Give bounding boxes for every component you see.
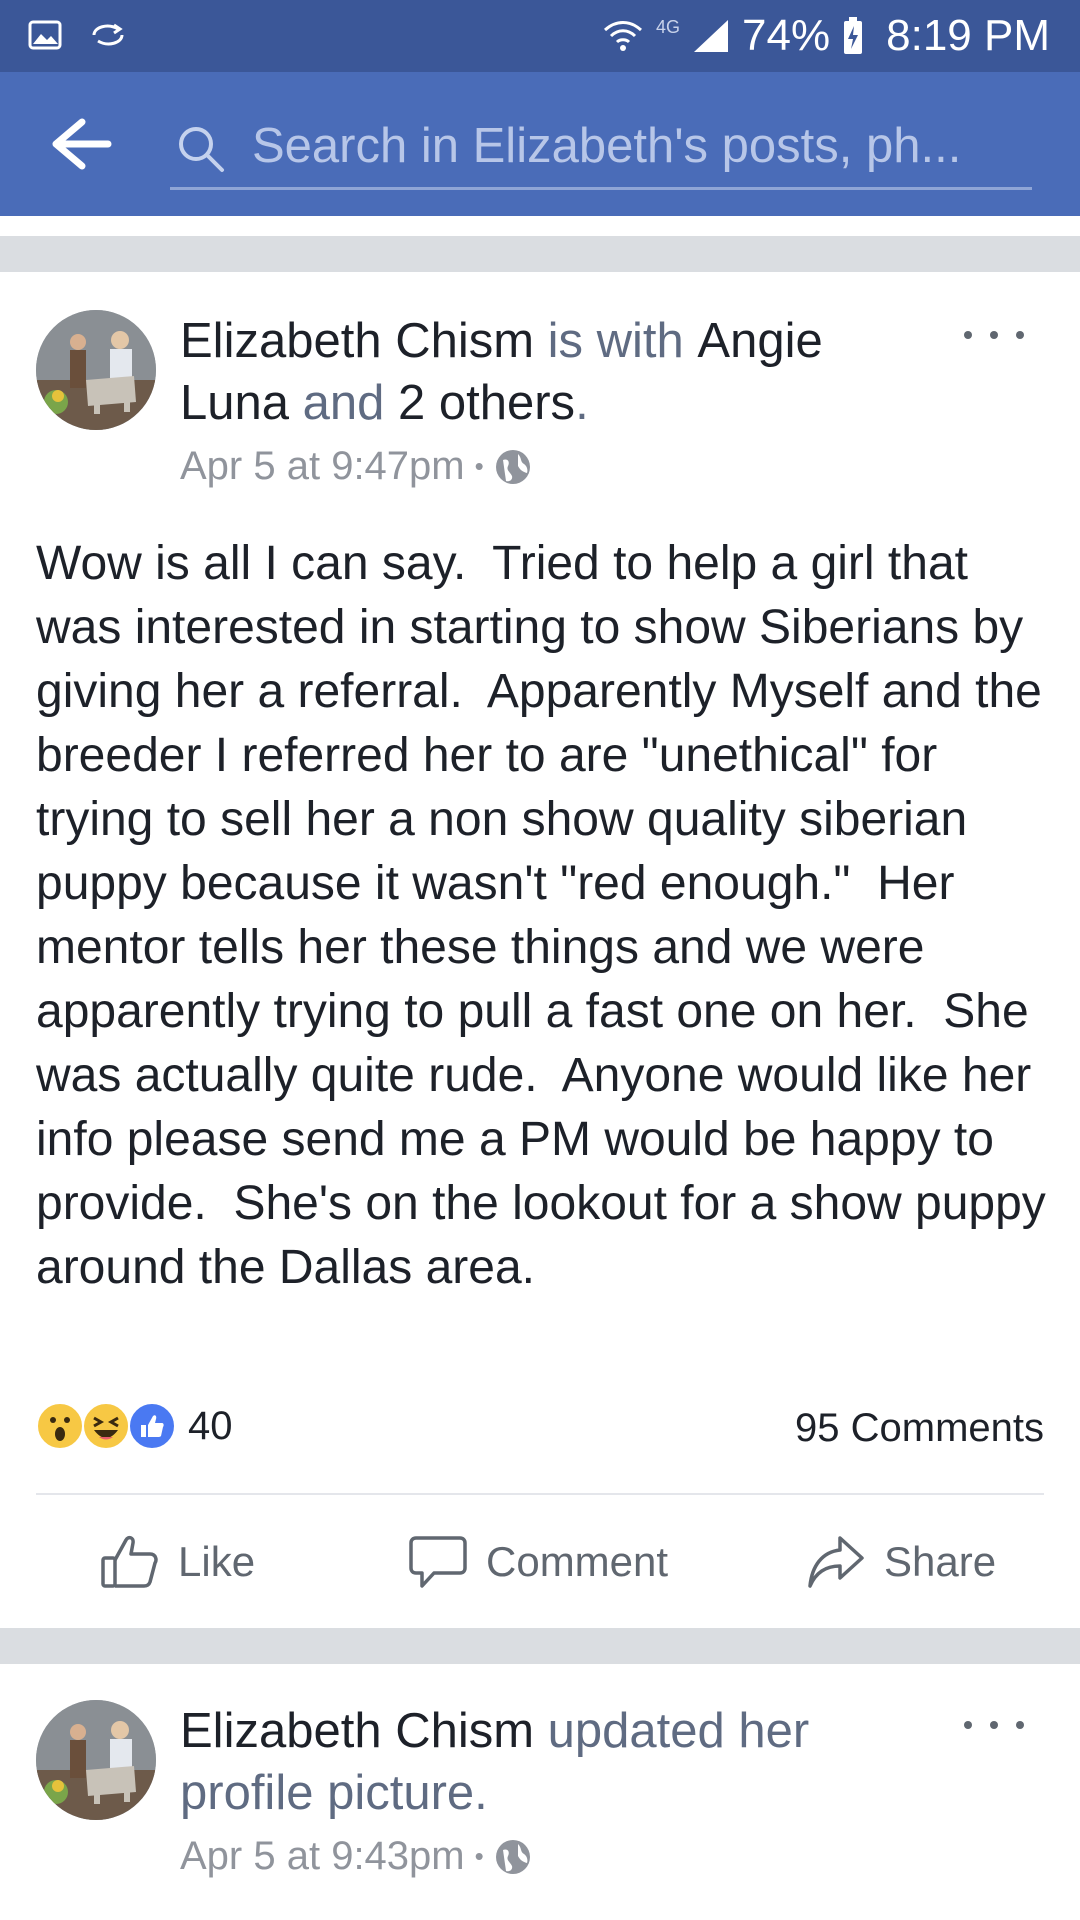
more-options-button[interactable] bbox=[964, 320, 1024, 350]
wow-reaction-icon bbox=[36, 1402, 84, 1450]
more-icon bbox=[964, 331, 972, 339]
post-text: Wow is all I can say. Tried to help a gi… bbox=[36, 537, 1060, 1294]
search-input[interactable]: Search in Elizabeth's posts, ph... bbox=[170, 108, 1032, 190]
post-actions: Like Comment Share bbox=[0, 1494, 1080, 1628]
comment-button[interactable]: Comment bbox=[408, 1534, 668, 1590]
comment-label: Comment bbox=[486, 1538, 669, 1585]
and-text: and bbox=[289, 376, 398, 430]
feed-post: Elizabeth Chism is with Angie Luna and 2… bbox=[0, 272, 1080, 1628]
search-placeholder: Search in Elizabeth's posts, ph... bbox=[252, 119, 962, 173]
more-options-button[interactable] bbox=[964, 1710, 1024, 1740]
search-icon bbox=[179, 127, 224, 172]
wifi-icon bbox=[602, 16, 644, 56]
sync-icon bbox=[88, 21, 128, 54]
reaction-summary[interactable]: 40 bbox=[36, 1402, 233, 1450]
clock: 8:19 PM bbox=[886, 11, 1050, 60]
with-text: is with bbox=[534, 314, 698, 368]
app-header: Search in Elizabeth's posts, ph... bbox=[0, 72, 1080, 216]
globe-icon bbox=[495, 449, 530, 484]
feed-divider bbox=[0, 236, 1080, 272]
thumbs-up-icon bbox=[101, 1535, 158, 1588]
comment-bubble-icon bbox=[409, 1536, 467, 1588]
more-icon-dot bbox=[990, 331, 998, 339]
share-label: Share bbox=[884, 1538, 997, 1585]
more-icon bbox=[964, 1721, 972, 1729]
haha-reaction-icon bbox=[82, 1402, 130, 1450]
avatar[interactable] bbox=[36, 1700, 156, 1820]
timestamp[interactable]: Apr 5 at 9:43pm bbox=[180, 1834, 465, 1879]
signal-icon bbox=[692, 18, 730, 54]
more-icon-dot bbox=[1016, 1721, 1024, 1729]
avatar-image bbox=[36, 1700, 156, 1820]
post-header: Elizabeth Chism is with Angie Luna and 2… bbox=[180, 310, 940, 434]
picture-icon bbox=[28, 20, 62, 55]
feed-post: Elizabeth Chism updated her profile pict… bbox=[0, 1664, 1080, 1920]
avatar[interactable] bbox=[36, 310, 156, 430]
author-name[interactable]: Elizabeth Chism bbox=[180, 314, 534, 368]
post-meta: Apr 5 at 9:43pm • bbox=[180, 1834, 532, 1879]
like-reaction-icon bbox=[128, 1402, 176, 1450]
comments-count[interactable]: 95 Comments bbox=[795, 1406, 1044, 1451]
author-name[interactable]: Elizabeth Chism bbox=[180, 1704, 534, 1758]
status-bar: 4G 74% 8:19 PM bbox=[0, 0, 1080, 72]
feed-divider bbox=[0, 1628, 1080, 1664]
battery-icon bbox=[842, 16, 864, 56]
network-type: 4G bbox=[656, 16, 681, 37]
battery-percent: 74% bbox=[742, 11, 831, 60]
meta-separator: • bbox=[474, 1841, 484, 1871]
globe-icon bbox=[495, 1839, 530, 1874]
timestamp[interactable]: Apr 5 at 9:47pm bbox=[180, 444, 465, 489]
meta-separator: • bbox=[474, 451, 484, 481]
share-button[interactable]: Share bbox=[806, 1534, 996, 1590]
post-meta: Apr 5 at 9:47pm • bbox=[180, 444, 532, 489]
share-arrow-icon bbox=[808, 1536, 864, 1588]
reaction-count: 40 bbox=[188, 1403, 233, 1448]
like-label: Like bbox=[178, 1538, 256, 1585]
others-link[interactable]: 2 others bbox=[398, 376, 575, 430]
more-icon-dot bbox=[1016, 331, 1024, 339]
avatar-image bbox=[36, 310, 156, 430]
like-button[interactable]: Like bbox=[100, 1534, 255, 1590]
period: . bbox=[575, 376, 589, 430]
back-arrow-icon bbox=[52, 118, 112, 170]
more-icon-dot bbox=[990, 1721, 998, 1729]
post-header: Elizabeth Chism updated her profile pict… bbox=[180, 1700, 900, 1824]
back-button[interactable] bbox=[52, 118, 112, 170]
